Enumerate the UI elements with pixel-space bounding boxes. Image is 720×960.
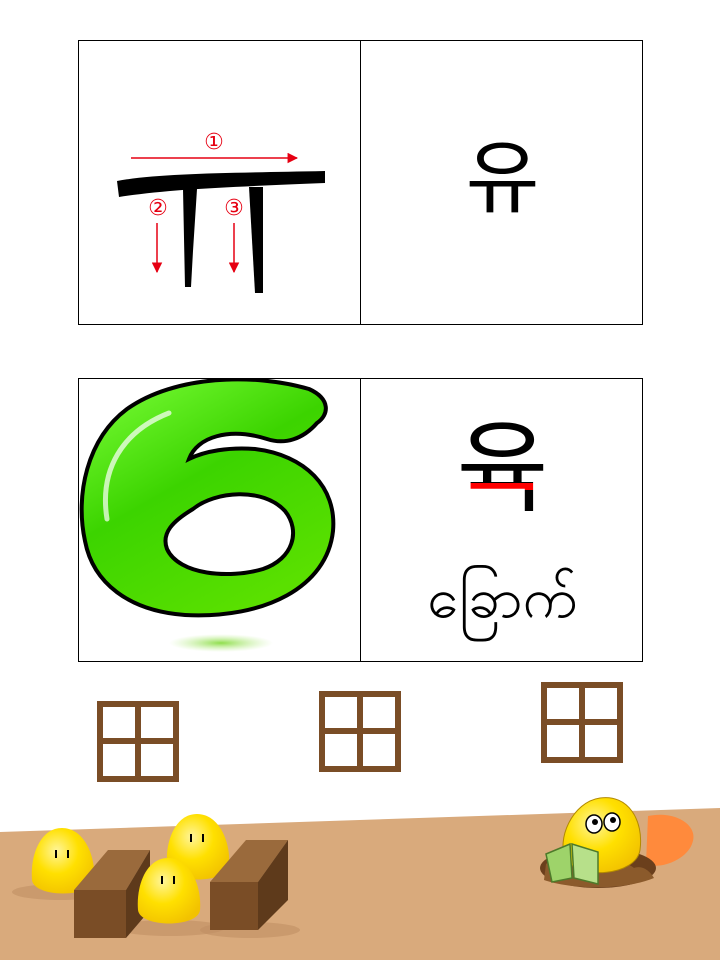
stroke-order-diagram: ① ② ③ <box>117 130 325 293</box>
ground-scene <box>0 797 720 960</box>
stroke-step-1-label: ① <box>204 130 224 155</box>
vocab-card: 육 ခြောက် <box>78 378 643 662</box>
number-six-shape <box>79 379 336 618</box>
stroke-step-2-label: ② <box>148 196 168 221</box>
syllable-yu: 유 <box>465 132 540 225</box>
syllable-yuk: 육 <box>456 410 549 527</box>
glyph-left-stroke <box>183 189 197 287</box>
glyph-horizontal-stroke <box>117 171 325 197</box>
window-left <box>97 701 179 782</box>
syllable-highlight-bar <box>443 483 559 490</box>
number-six-illustration <box>79 379 336 652</box>
number-six-shadow <box>169 634 273 652</box>
glyph-right-stroke <box>249 187 263 293</box>
stroke-order-card: ① ② ③ 유 <box>78 40 643 325</box>
myanmar-word-six: ခြောက် <box>427 566 578 631</box>
window-middle <box>319 691 401 772</box>
window-right <box>541 682 623 763</box>
stroke-step-3-label: ③ <box>224 196 244 221</box>
